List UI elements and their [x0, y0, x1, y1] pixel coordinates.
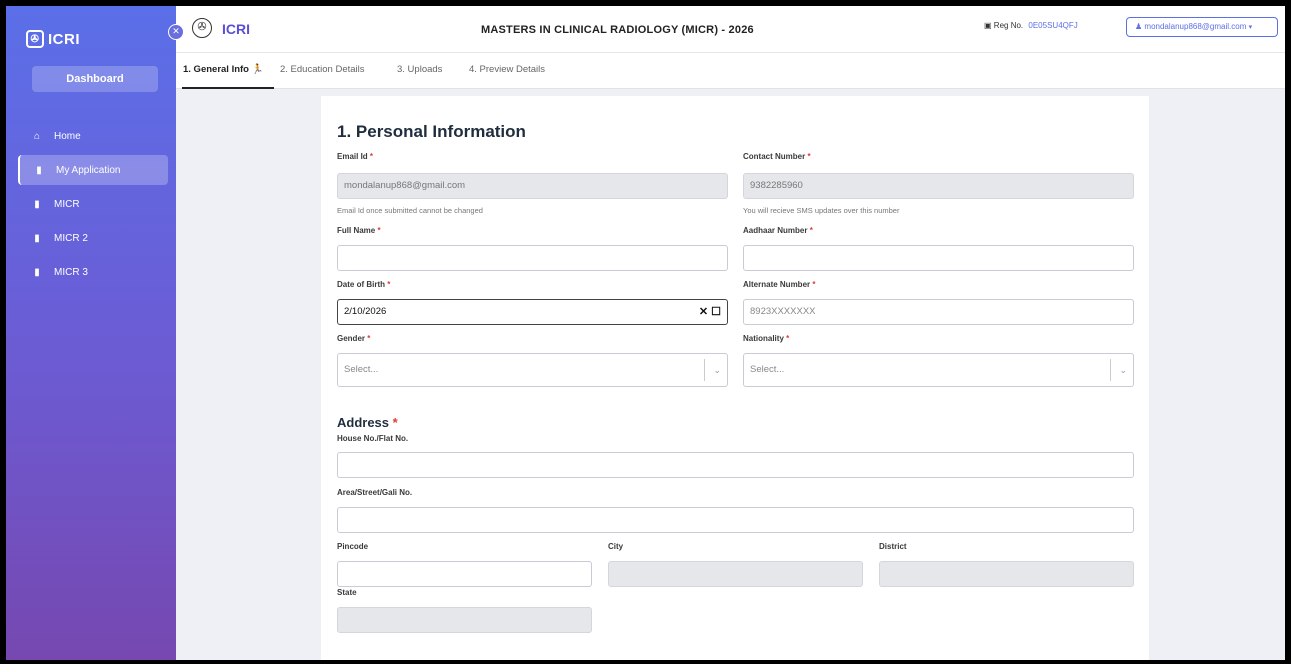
full-name-label: Full Name *: [337, 226, 381, 235]
collapse-sidebar-icon[interactable]: ✕: [168, 24, 184, 40]
user-email: mondalanup868@gmail.com: [1144, 22, 1247, 31]
select-separator: [1110, 359, 1111, 381]
home-icon: ⌂: [33, 130, 41, 142]
step-tabs: 1. General Info 🏃 2. Education Details 3…: [176, 52, 1285, 89]
dob-value: 2/10/2026: [344, 306, 387, 317]
sidebar-item-home[interactable]: ⌂ Home: [18, 121, 168, 151]
document-icon: ▮: [36, 164, 42, 176]
dob-label: Date of Birth *: [337, 280, 391, 289]
personal-info-form: 1. Personal Information Email Id * monda…: [321, 96, 1149, 660]
tab-general-info[interactable]: 1. General Info 🏃: [183, 64, 263, 75]
sidebar: ✇ ICRI Dashboard ⌂ Home ▮ My Application…: [6, 6, 176, 660]
chevron-down-icon: ⌄: [713, 365, 721, 375]
tab-uploads[interactable]: 3. Uploads: [397, 64, 442, 75]
state-label: State: [337, 588, 357, 597]
aadhaar-field[interactable]: [743, 245, 1134, 271]
sidebar-brand[interactable]: ✇ ICRI: [26, 30, 80, 48]
tab-education-details[interactable]: 2. Education Details: [280, 64, 365, 75]
house-label: House No./Flat No.: [337, 434, 409, 443]
alternate-label: Alternate Number *: [743, 280, 816, 289]
aadhaar-label: Aadhaar Number *: [743, 226, 813, 235]
state-field[interactable]: [337, 607, 592, 633]
clear-icon[interactable]: ✕: [699, 306, 708, 318]
city-label: City: [608, 542, 624, 551]
date-of-birth-field[interactable]: 2/10/2026 ✕ ☐: [337, 299, 728, 325]
top-header: ✇ ICRI MASTERS IN CLINICAL RADIOLOGY (MI…: [176, 6, 1285, 52]
contact-number-field[interactable]: 9382285960: [743, 173, 1134, 199]
select-separator: [704, 359, 705, 381]
tab-label: 1. General Info: [183, 64, 249, 75]
alternate-number-field[interactable]: 8923XXXXXXX: [743, 299, 1134, 325]
email-field[interactable]: mondalanup868@gmail.com: [337, 173, 728, 199]
section-title: 1. Personal Information: [337, 122, 526, 141]
area-label: Area/Street/Gali No.: [337, 488, 413, 497]
nationality-label: Nationality *: [743, 334, 790, 343]
chevron-down-icon: ⌄: [1119, 365, 1127, 375]
icri-emblem-icon: ✇: [192, 18, 212, 38]
running-person-icon: 🏃: [251, 64, 264, 75]
sidebar-item-my-application[interactable]: ▮ My Application: [18, 155, 168, 185]
icri-emblem-icon: ✇: [26, 30, 44, 48]
calendar-icon[interactable]: ☐: [711, 306, 721, 318]
document-icon: ▮: [34, 198, 40, 210]
gender-select[interactable]: Select... ⌄: [337, 353, 728, 387]
sidebar-item-micr-2[interactable]: ▮ MICR 2: [18, 223, 168, 253]
active-tab-indicator: [182, 87, 274, 89]
reg-value: 0E05SU4QFJ: [1028, 21, 1078, 30]
sidebar-nav: ⌂ Home ▮ My Application ▮ MICR ▮ MICR 2 …: [18, 121, 168, 291]
date-controls: ✕ ☐: [699, 300, 721, 324]
area-street-field[interactable]: [337, 507, 1134, 533]
pincode-label: Pincode: [337, 542, 369, 551]
user-icon: ♟: [1135, 22, 1143, 31]
city-field[interactable]: [608, 561, 863, 587]
gender-placeholder: Select...: [344, 364, 379, 375]
sidebar-item-label: MICR: [54, 198, 80, 210]
registration-number: ▣ Reg No. 0E05SU4QFJ: [984, 21, 1078, 30]
sidebar-brand-label: ICRI: [48, 30, 80, 48]
sidebar-item-label: My Application: [56, 164, 121, 176]
id-card-icon: ▣: [984, 21, 992, 30]
contact-hint: You will recieve SMS updates over this n…: [743, 206, 900, 215]
email-label: Email Id *: [337, 152, 374, 161]
contact-label: Contact Number *: [743, 152, 811, 161]
email-hint: Email Id once submitted cannot be change…: [337, 206, 483, 215]
gender-label: Gender *: [337, 334, 371, 343]
user-menu-button[interactable]: ♟ mondalanup868@gmail.com ▾: [1126, 17, 1278, 37]
sidebar-item-micr-3[interactable]: ▮ MICR 3: [18, 257, 168, 287]
chevron-down-icon: ▾: [1248, 24, 1253, 31]
sidebar-item-label: MICR 2: [54, 232, 88, 244]
app-window: ✇ ICRI Dashboard ⌂ Home ▮ My Application…: [6, 6, 1285, 660]
pincode-field[interactable]: [337, 561, 592, 587]
tab-preview-details[interactable]: 4. Preview Details: [469, 64, 545, 75]
sidebar-item-label: MICR 3: [54, 266, 88, 278]
sidebar-item-label: Home: [54, 130, 81, 142]
nationality-placeholder: Select...: [750, 364, 785, 375]
full-name-field[interactable]: [337, 245, 728, 271]
district-label: District: [879, 542, 907, 551]
document-icon: ▮: [34, 266, 40, 278]
district-field[interactable]: [879, 561, 1134, 587]
house-field[interactable]: [337, 452, 1134, 478]
address-heading: Address *: [337, 415, 398, 430]
document-icon: ▮: [34, 232, 40, 244]
dashboard-button[interactable]: Dashboard: [32, 66, 158, 92]
reg-label: Reg No.: [993, 21, 1024, 30]
page-title: MASTERS IN CLINICAL RADIOLOGY (MICR) - 2…: [481, 24, 754, 36]
sidebar-item-micr[interactable]: ▮ MICR: [18, 189, 168, 219]
header-brand[interactable]: ICRI: [222, 21, 250, 37]
nationality-select[interactable]: Select... ⌄: [743, 353, 1134, 387]
